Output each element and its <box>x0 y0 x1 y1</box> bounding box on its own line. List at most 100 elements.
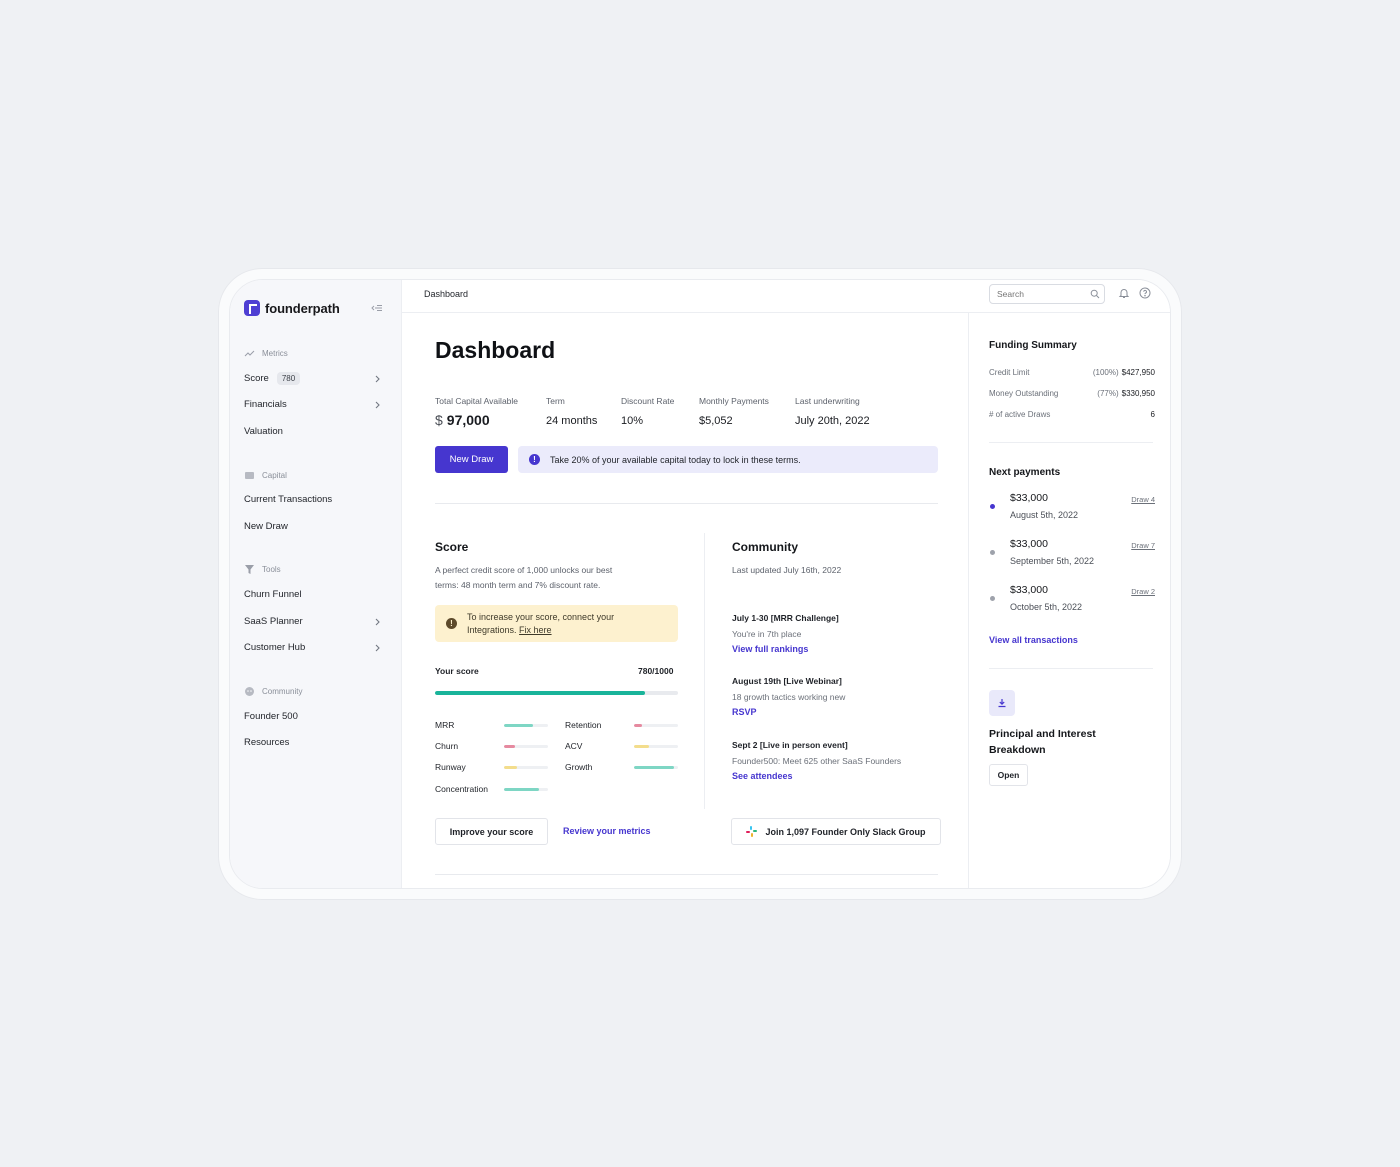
breakdown-title: Principal and Interest Breakdown <box>989 728 1096 756</box>
brand-logo[interactable]: founderpath <box>244 300 340 316</box>
funding-row-label: # of active Draws <box>989 410 1051 419</box>
sidebar-item-valuation[interactable]: Valuation <box>244 426 382 437</box>
metric-bar <box>634 745 678 748</box>
score-description: A perfect credit score of 1,000 unlocks … <box>435 563 612 593</box>
stat-value-monthly-payments: $5,052 <box>699 415 733 427</box>
funding-row-value: (77%) $330,950 <box>1097 389 1155 398</box>
new-draw-button[interactable]: New Draw <box>435 446 508 473</box>
stat-label-term: Term <box>546 396 565 406</box>
stat-value-discount-rate: 10% <box>621 415 644 427</box>
see-attendees-link[interactable]: See attendees <box>732 771 793 781</box>
payment-status-dot <box>990 504 995 509</box>
download-icon <box>998 699 1006 708</box>
sidebar: founderpath Metrics Score 780 Financials … <box>230 280 402 888</box>
review-metrics-link[interactable]: Review your metrics <box>563 826 651 836</box>
metric-label: Churn <box>435 741 459 751</box>
score-heading: Score <box>435 540 469 554</box>
payment-amount: $33,000 <box>1010 584 1048 596</box>
view-all-transactions-link[interactable]: View all transactions <box>989 635 1078 645</box>
section-metrics: Metrics <box>244 348 288 359</box>
score-description-line: A perfect credit score of 1,000 unlocks … <box>435 565 613 575</box>
currency-symbol: $ <box>435 412 443 428</box>
sidebar-item-label: Valuation <box>244 426 283 437</box>
sidebar-item-financials[interactable]: Financials <box>244 399 382 410</box>
search-input[interactable] <box>989 284 1105 304</box>
column-divider <box>704 533 705 809</box>
open-breakdown-button[interactable]: Open <box>989 764 1028 786</box>
sidebar-item-saas-planner[interactable]: SaaS Planner <box>244 616 382 627</box>
metric-label: Retention <box>565 720 602 730</box>
chevron-right-icon <box>375 644 380 651</box>
payment-draw-link[interactable]: Draw 2 <box>1131 587 1155 596</box>
metric-bar <box>504 745 548 748</box>
total-capital-amount: 97,000 <box>446 412 490 428</box>
payment-draw-link[interactable]: Draw 7 <box>1131 541 1155 550</box>
sidebar-item-label: Score <box>244 373 269 384</box>
stat-label-total-capital: Total Capital Available <box>435 396 519 406</box>
rsvp-link[interactable]: RSVP <box>732 707 757 717</box>
chat-bubbles-icon <box>245 687 254 696</box>
funnel-icon <box>245 565 254 574</box>
funding-row-label: Money Outstanding <box>989 389 1059 398</box>
join-slack-label: Join 1,097 Founder Only Slack Group <box>765 826 926 837</box>
funding-row-pct: (77%) <box>1097 389 1119 398</box>
sidebar-item-churn-funnel[interactable]: Churn Funnel <box>244 589 382 600</box>
sidebar-item-new-draw[interactable]: New Draw <box>244 521 382 532</box>
metric-bar-fill <box>504 788 540 791</box>
right-panel: Funding Summary Credit Limit (100%) $427,… <box>968 313 1170 888</box>
warning-line: To increase your score, connect your <box>467 611 615 622</box>
improve-score-button[interactable]: Improve your score <box>435 818 548 845</box>
sidebar-item-label: Customer Hub <box>244 642 306 653</box>
sidebar-item-label: Founder 500 <box>244 711 298 722</box>
search-icon[interactable] <box>1090 289 1100 299</box>
help-icon[interactable] <box>1139 287 1151 299</box>
section-heading: Metrics <box>262 349 288 358</box>
chevron-right-icon <box>375 401 380 408</box>
funding-row-amount: $330,950 <box>1121 389 1155 398</box>
fix-here-link[interactable]: Fix here <box>519 625 552 635</box>
event-subtitle: Founder500: Meet 625 other SaaS Founders <box>732 756 902 766</box>
stat-value-term: 24 months <box>546 415 598 427</box>
payment-status-dot <box>990 550 995 555</box>
metric-bar-fill <box>504 745 515 748</box>
join-slack-button[interactable]: Join 1,097 Founder Only Slack Group <box>731 818 941 845</box>
stat-label-last-underwriting: Last underwriting <box>795 396 860 406</box>
sidebar-item-score[interactable]: Score 780 <box>244 372 382 385</box>
metric-bar-fill <box>504 724 533 727</box>
stat-label-discount-rate: Discount Rate <box>621 396 675 406</box>
top-bar: Dashboard <box>402 280 1170 313</box>
section-capital: Capital <box>244 470 287 481</box>
section-divider <box>435 874 938 875</box>
sidebar-item-label: Financials <box>244 399 287 410</box>
download-button[interactable] <box>989 690 1015 716</box>
metric-bar-fill <box>634 766 674 769</box>
funding-row-amount: $427,950 <box>1121 368 1155 377</box>
community-heading: Community <box>732 540 798 554</box>
sidebar-item-label: Churn Funnel <box>244 589 302 600</box>
section-heading: Capital <box>262 471 287 480</box>
metric-bar <box>504 788 548 791</box>
app-screen: founderpath Metrics Score 780 Financials … <box>229 279 1171 889</box>
section-tools: Tools <box>244 564 281 575</box>
sidebar-item-founder-500[interactable]: Founder 500 <box>244 711 382 722</box>
funding-summary-heading: Funding Summary <box>989 340 1077 351</box>
info-banner-text: Take 20% of your available capital today… <box>550 454 801 465</box>
collapse-sidebar-icon[interactable] <box>371 302 383 314</box>
sidebar-item-resources[interactable]: Resources <box>244 737 382 748</box>
score-progress-bar <box>435 691 678 695</box>
breadcrumb[interactable]: Dashboard <box>424 289 468 299</box>
payment-draw-link[interactable]: Draw 4 <box>1131 495 1155 504</box>
metric-bar <box>504 724 548 727</box>
metric-label: MRR <box>435 720 455 730</box>
payment-status-dot <box>990 596 995 601</box>
sidebar-item-current-transactions[interactable]: Current Transactions <box>244 494 382 505</box>
stat-value-total-capital: $97,000 <box>435 412 490 428</box>
bell-icon[interactable] <box>1118 287 1130 299</box>
section-community: Community <box>244 686 302 697</box>
sidebar-item-customer-hub[interactable]: Customer Hub <box>244 642 382 653</box>
sidebar-item-label: New Draw <box>244 521 288 532</box>
funding-row-value: 6 <box>1150 410 1155 419</box>
view-rankings-link[interactable]: View full rankings <box>732 644 808 654</box>
event-subtitle: 18 growth tactics working new <box>732 692 846 702</box>
metric-label: Growth <box>565 762 593 772</box>
